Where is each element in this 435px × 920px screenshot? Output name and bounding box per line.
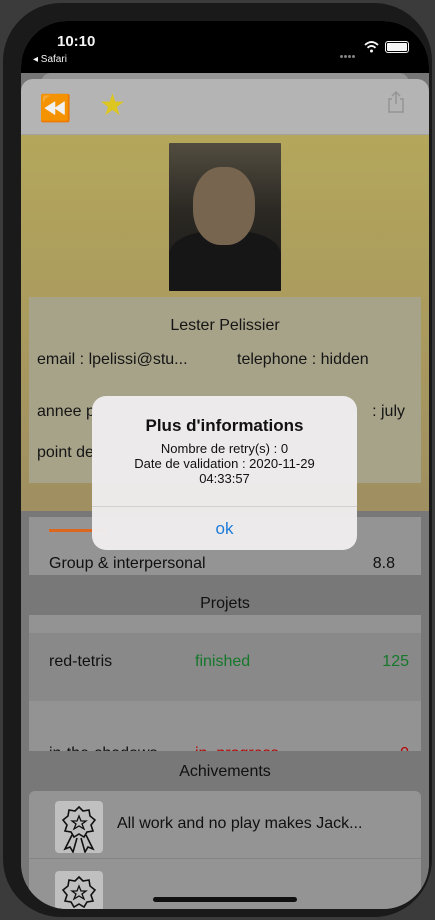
alert-message: Nombre de retry(s) : 0 Date de validatio…	[92, 441, 357, 486]
screen: 10:10 ◂ Safari ⏪ ★ Lester Pelissier emai…	[21, 21, 429, 909]
alert-title: Plus d'informations	[145, 416, 304, 435]
app-frame: 10:10 ◂ Safari ⏪ ★ Lester Pelissier emai…	[0, 0, 435, 920]
info-alert: Plus d'informations Nombre de retry(s) :…	[92, 396, 357, 550]
alert-validation-date: Date de validation : 2020-11-29	[134, 456, 315, 471]
alert-retry-count: Nombre de retry(s) : 0	[160, 441, 289, 456]
notch	[123, 21, 327, 55]
alert-validation-time: 04:33:57	[199, 471, 250, 486]
phone-device: 10:10 ◂ Safari ⏪ ★ Lester Pelissier emai…	[3, 3, 432, 917]
ok-button[interactable]: ok	[92, 506, 357, 550]
